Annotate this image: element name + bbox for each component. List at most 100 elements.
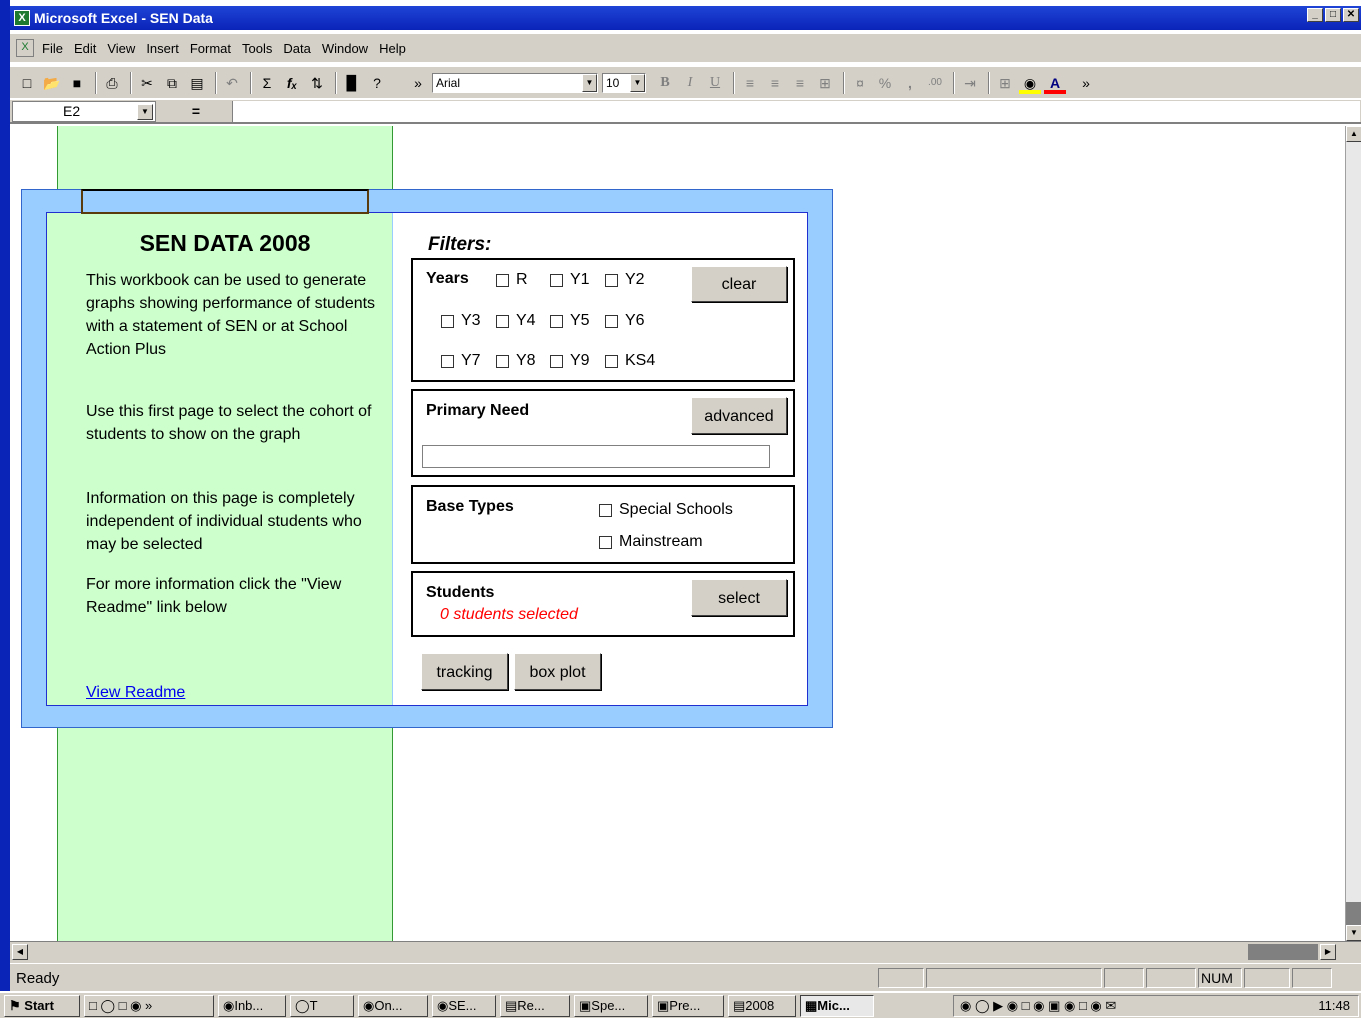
checkbox-icon[interactable] (441, 314, 454, 328)
paste-icon[interactable]: ▤ (186, 72, 208, 94)
help-icon[interactable]: ? (366, 72, 388, 94)
select-button[interactable]: select (691, 579, 787, 616)
checkbox-icon[interactable] (599, 503, 612, 517)
scroll-down-icon[interactable]: ▼ (1346, 925, 1361, 941)
minimize-button[interactable]: _ (1307, 8, 1323, 22)
scroll-thumb[interactable] (1248, 944, 1318, 960)
clear-button[interactable]: clear (691, 266, 787, 302)
close-button[interactable]: ✕ (1343, 8, 1359, 22)
menu-window[interactable]: Window (322, 41, 368, 56)
checkbox-y6[interactable]: Y6 (605, 312, 645, 330)
align-right-icon[interactable]: ≡ (789, 72, 811, 94)
horizontal-scrollbar[interactable]: ◀ ▶ (10, 941, 1361, 963)
menu-format[interactable]: Format (190, 41, 231, 56)
tracking-button[interactable]: tracking (421, 653, 508, 690)
percent-button[interactable]: % (874, 72, 896, 94)
chevron-down-icon[interactable]: ▼ (582, 73, 597, 92)
align-center-icon[interactable]: ≡ (764, 72, 786, 94)
taskbar-item-pre[interactable]: ▣Pre... (652, 994, 724, 1017)
bold-button[interactable]: B (654, 72, 676, 94)
menu-data[interactable]: Data (283, 41, 310, 56)
maximize-button[interactable]: □ (1325, 8, 1341, 22)
font-color-icon[interactable]: A (1044, 72, 1066, 94)
taskbar-item-se[interactable]: ◉SE... (432, 994, 496, 1017)
checkbox-icon[interactable] (605, 354, 618, 368)
advanced-button[interactable]: advanced (691, 397, 787, 434)
checkbox-y7[interactable]: Y7 (441, 352, 481, 370)
menu-tools[interactable]: Tools (242, 41, 272, 56)
checkbox-icon[interactable] (496, 273, 509, 287)
taskbar-item-2008[interactable]: ▤2008 (728, 994, 796, 1017)
merge-center-icon[interactable]: ⊞ (814, 72, 836, 94)
sort-ascending-icon[interactable]: ⇅ (306, 72, 328, 94)
checkbox-y4[interactable]: Y4 (496, 312, 536, 330)
font-select[interactable]: Arial ▼ (432, 72, 598, 93)
selected-cell[interactable] (81, 189, 369, 214)
quick-launch[interactable]: □ ◯ □ ◉ » (84, 994, 214, 1017)
checkbox-icon[interactable] (441, 354, 454, 368)
workbook-icon[interactable]: X (16, 39, 34, 57)
vertical-scrollbar[interactable]: ▲ ▼ (1345, 126, 1361, 941)
checkbox-y8[interactable]: Y8 (496, 352, 536, 370)
checkbox-y5[interactable]: Y5 (550, 312, 590, 330)
save-icon[interactable]: ■ (66, 72, 88, 94)
scroll-right-icon[interactable]: ▶ (1320, 944, 1336, 960)
name-box[interactable]: E2 ▼ (12, 101, 156, 122)
formula-input[interactable] (232, 101, 1360, 122)
checkbox-icon[interactable] (496, 314, 509, 328)
autosum-icon[interactable]: Σ (256, 72, 278, 94)
print-icon[interactable]: ⎙ (101, 72, 123, 94)
cut-icon[interactable]: ✂ (136, 72, 158, 94)
checkbox-icon[interactable] (550, 314, 563, 328)
comma-button[interactable]: , (899, 72, 921, 94)
taskbar-item-on[interactable]: ◉On... (358, 994, 428, 1017)
checkbox-y1[interactable]: Y1 (550, 271, 590, 289)
chart-wizard-icon[interactable]: ▉ (341, 72, 363, 94)
italic-button[interactable]: I (679, 72, 701, 94)
checkbox-ks4[interactable]: KS4 (605, 352, 655, 370)
title-bar[interactable]: X Microsoft Excel - SEN Data (10, 6, 1361, 30)
taskbar-item-t[interactable]: ◯T (290, 994, 354, 1017)
taskbar-item-excel[interactable]: ▦Mic... (800, 994, 874, 1017)
checkbox-special-schools[interactable]: Special Schools (599, 501, 733, 519)
currency-icon[interactable]: ¤ (849, 72, 871, 94)
fill-color-icon[interactable]: ◉ (1019, 72, 1041, 94)
menu-help[interactable]: Help (379, 41, 406, 56)
taskbar-item-re[interactable]: ▤Re... (500, 994, 570, 1017)
checkbox-icon[interactable] (550, 273, 563, 287)
checkbox-r[interactable]: R (496, 271, 528, 289)
copy-icon[interactable]: ⧉ (161, 72, 183, 94)
undo-icon[interactable]: ↶ (221, 72, 243, 94)
edit-formula-button[interactable]: = (160, 101, 232, 122)
checkbox-icon[interactable] (550, 354, 563, 368)
checkbox-icon[interactable] (605, 314, 618, 328)
more-buttons-icon[interactable]: » (407, 72, 429, 94)
start-button[interactable]: ⚑ Start (4, 994, 80, 1017)
checkbox-y3[interactable]: Y3 (441, 312, 481, 330)
align-left-icon[interactable]: ≡ (739, 72, 761, 94)
checkbox-icon[interactable] (605, 273, 618, 287)
open-icon[interactable]: 📂 (41, 72, 63, 94)
menu-view[interactable]: View (107, 41, 135, 56)
tray-icons[interactable]: ◉ ◯ ▶ ◉ □ ◉ ▣ ◉ □ ◉ ✉ (960, 998, 1116, 1013)
menu-file[interactable]: File (42, 41, 63, 56)
taskbar-item-spe[interactable]: ▣Spe... (574, 994, 648, 1017)
primary-need-field[interactable] (422, 445, 770, 468)
scroll-thumb[interactable] (1346, 902, 1361, 926)
chevron-down-icon[interactable]: ▼ (137, 104, 153, 120)
checkbox-mainstream[interactable]: Mainstream (599, 533, 703, 551)
more-buttons-icon[interactable]: » (1075, 72, 1097, 94)
view-readme-link[interactable]: View Readme (86, 684, 185, 702)
font-size-select[interactable]: 10 ▼ (602, 72, 646, 93)
menu-insert[interactable]: Insert (146, 41, 179, 56)
taskbar-item-inbox[interactable]: ◉Inb... (218, 994, 286, 1017)
function-icon[interactable]: fₓ (281, 72, 303, 94)
checkbox-icon[interactable] (599, 535, 612, 549)
checkbox-y9[interactable]: Y9 (550, 352, 590, 370)
scroll-left-icon[interactable]: ◀ (12, 944, 28, 960)
increase-decimal-icon[interactable]: .00 (924, 72, 946, 94)
box-plot-button[interactable]: box plot (514, 653, 601, 690)
menu-edit[interactable]: Edit (74, 41, 96, 56)
new-icon[interactable]: □ (16, 72, 38, 94)
underline-button[interactable]: U (704, 72, 726, 94)
